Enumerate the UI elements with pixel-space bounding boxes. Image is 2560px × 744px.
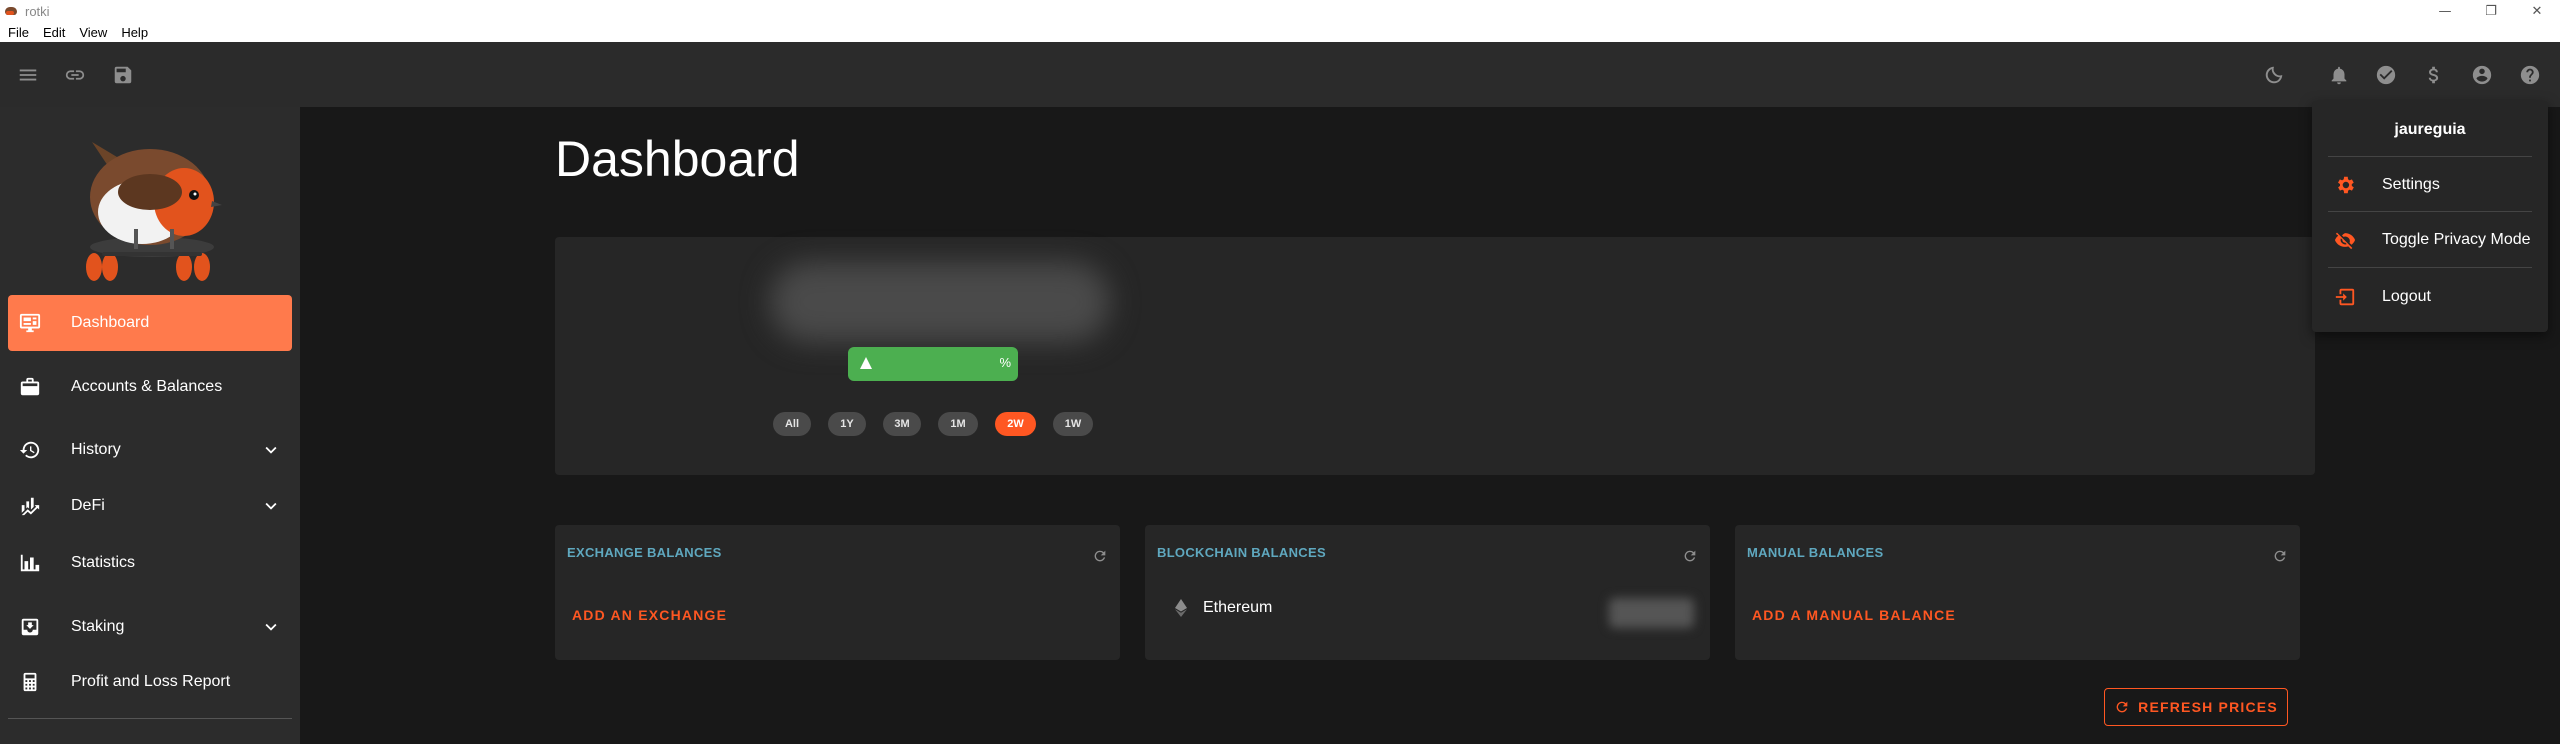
ethereum-balance-hidden — [1609, 598, 1694, 628]
percent-change-badge: % — [848, 347, 1018, 381]
chevron-down-icon — [260, 495, 282, 517]
finance-icon — [16, 494, 44, 518]
cog-icon — [2334, 174, 2356, 196]
menu-item-label: Logout — [2382, 288, 2431, 305]
chart-bar-icon — [16, 551, 44, 575]
user-dropdown-menu: jaureguia Settings Toggle Privacy Mode L… — [2312, 101, 2548, 332]
arrow-up-icon — [860, 357, 872, 369]
sidebar-item-label: Statistics — [71, 554, 136, 571]
menu-item-settings[interactable]: Settings — [2312, 163, 2548, 207]
overview-card: % All 1Y 3M 1M 2W 1W — [555, 237, 2315, 475]
percent-symbol: % — [999, 355, 1011, 370]
menu-file[interactable]: File — [0, 25, 35, 40]
timeframe-1y[interactable]: 1Y — [828, 412, 866, 436]
sync-status-icon[interactable] — [2371, 42, 2401, 107]
chevron-down-icon — [260, 439, 282, 461]
timeframe-1m[interactable]: 1M — [938, 412, 978, 436]
blockchain-row-ethereum[interactable]: Ethereum — [1175, 599, 1272, 617]
refresh-prices-label: REFRESH PRICES — [2138, 699, 2278, 715]
username: jaureguia — [2394, 121, 2466, 138]
logout-icon — [2334, 286, 2356, 308]
sidebar-item-accounts-balances[interactable]: Accounts & Balances — [8, 359, 292, 415]
main-content: Dashboard % All 1Y 3M 1M 2W 1W EXCHANGE … — [300, 107, 2560, 744]
page-title: Dashboard — [555, 131, 800, 187]
add-exchange-link[interactable]: ADD AN EXCHANGE — [572, 607, 727, 623]
eye-off-icon — [2334, 229, 2356, 251]
sidebar-divider — [8, 718, 292, 719]
manual-balances-card: MANUAL BALANCES ADD A MANUAL BALANCE — [1735, 525, 2300, 660]
sidebar-item-label: Profit and Loss Report — [71, 673, 231, 690]
menu-item-label: Settings — [2382, 176, 2440, 193]
rotki-app-icon — [3, 4, 19, 18]
help-icon[interactable] — [2515, 42, 2545, 107]
sidebar: Dashboard Accounts & Balances History De… — [0, 107, 300, 744]
inbox-arrow-icon — [16, 615, 44, 639]
menu-view[interactable]: View — [71, 25, 113, 40]
menu-bar: File Edit View Help — [0, 22, 2560, 42]
maximize-button[interactable]: ❐ — [2468, 0, 2514, 22]
menu-item-label: Toggle Privacy Mode — [2382, 231, 2531, 248]
sidebar-item-dashboard[interactable]: Dashboard — [8, 295, 292, 351]
sidebar-item-label: Staking — [71, 618, 125, 635]
sidebar-item-label: Dashboard — [71, 314, 150, 331]
sidebar-item-label: DeFi — [71, 497, 105, 514]
calculator-icon — [16, 670, 44, 694]
window-titlebar: rotki — ❐ ✕ — [0, 0, 2560, 22]
menu-divider — [2328, 156, 2532, 157]
chain-name: Ethereum — [1203, 599, 1273, 616]
briefcase-icon — [16, 375, 44, 399]
monitor-dashboard-icon — [16, 311, 44, 335]
card-title: BLOCKCHAIN BALANCES — [1157, 545, 1326, 560]
timeframe-1w[interactable]: 1W — [1053, 412, 1093, 436]
minimize-button[interactable]: — — [2422, 0, 2468, 22]
window-controls: — ❐ ✕ — [2422, 0, 2560, 22]
chevron-down-icon — [260, 616, 282, 638]
menu-item-toggle-privacy[interactable]: Toggle Privacy Mode — [2312, 218, 2548, 262]
sidebar-item-history[interactable]: History — [8, 422, 292, 478]
card-title: EXCHANGE BALANCES — [567, 545, 722, 560]
window-title: rotki — [25, 3, 50, 19]
total-balance-hidden — [770, 262, 1110, 342]
blockchain-balances-card: BLOCKCHAIN BALANCES Ethereum — [1145, 525, 1710, 660]
menu-divider — [2328, 267, 2532, 268]
history-icon — [16, 438, 44, 462]
menu-item-logout[interactable]: Logout — [2312, 275, 2548, 319]
card-title: MANUAL BALANCES — [1747, 545, 1884, 560]
rotki-robin-logo — [86, 142, 222, 281]
save-icon[interactable] — [108, 42, 138, 107]
menu-divider — [2328, 211, 2532, 212]
ethereum-icon — [1175, 599, 1187, 617]
theme-toggle-icon[interactable] — [2259, 42, 2289, 107]
sidebar-item-staking[interactable]: Staking — [8, 599, 292, 655]
refresh-icon — [2116, 701, 2128, 713]
refresh-icon[interactable] — [1682, 548, 1698, 564]
timeframe-selector: All 1Y 3M 1M 2W 1W — [773, 412, 1110, 436]
link-icon[interactable] — [60, 42, 90, 107]
refresh-icon[interactable] — [2272, 548, 2288, 564]
currency-icon[interactable] — [2419, 42, 2449, 107]
sidebar-item-statistics[interactable]: Statistics — [8, 535, 292, 591]
app-toolbar — [0, 42, 2560, 107]
refresh-prices-button[interactable]: REFRESH PRICES — [2104, 688, 2288, 726]
add-manual-balance-link[interactable]: ADD A MANUAL BALANCE — [1752, 607, 1956, 623]
sidebar-item-defi[interactable]: DeFi — [8, 478, 292, 534]
sidebar-item-label: History — [71, 441, 121, 458]
timeframe-3m[interactable]: 3M — [883, 412, 921, 436]
refresh-icon[interactable] — [1092, 548, 1108, 564]
menu-icon[interactable] — [13, 42, 43, 107]
account-icon[interactable] — [2467, 42, 2497, 107]
notifications-icon[interactable] — [2324, 42, 2354, 107]
exchange-balances-card: EXCHANGE BALANCES ADD AN EXCHANGE — [555, 525, 1120, 660]
timeframe-2w[interactable]: 2W — [995, 412, 1036, 436]
sidebar-item-label: Accounts & Balances — [71, 378, 223, 395]
close-button[interactable]: ✕ — [2514, 0, 2560, 22]
sidebar-item-profit-loss-report[interactable]: Profit and Loss Report — [8, 654, 292, 710]
menu-help[interactable]: Help — [113, 25, 154, 40]
menu-edit[interactable]: Edit — [35, 25, 71, 40]
timeframe-all[interactable]: All — [773, 412, 811, 436]
